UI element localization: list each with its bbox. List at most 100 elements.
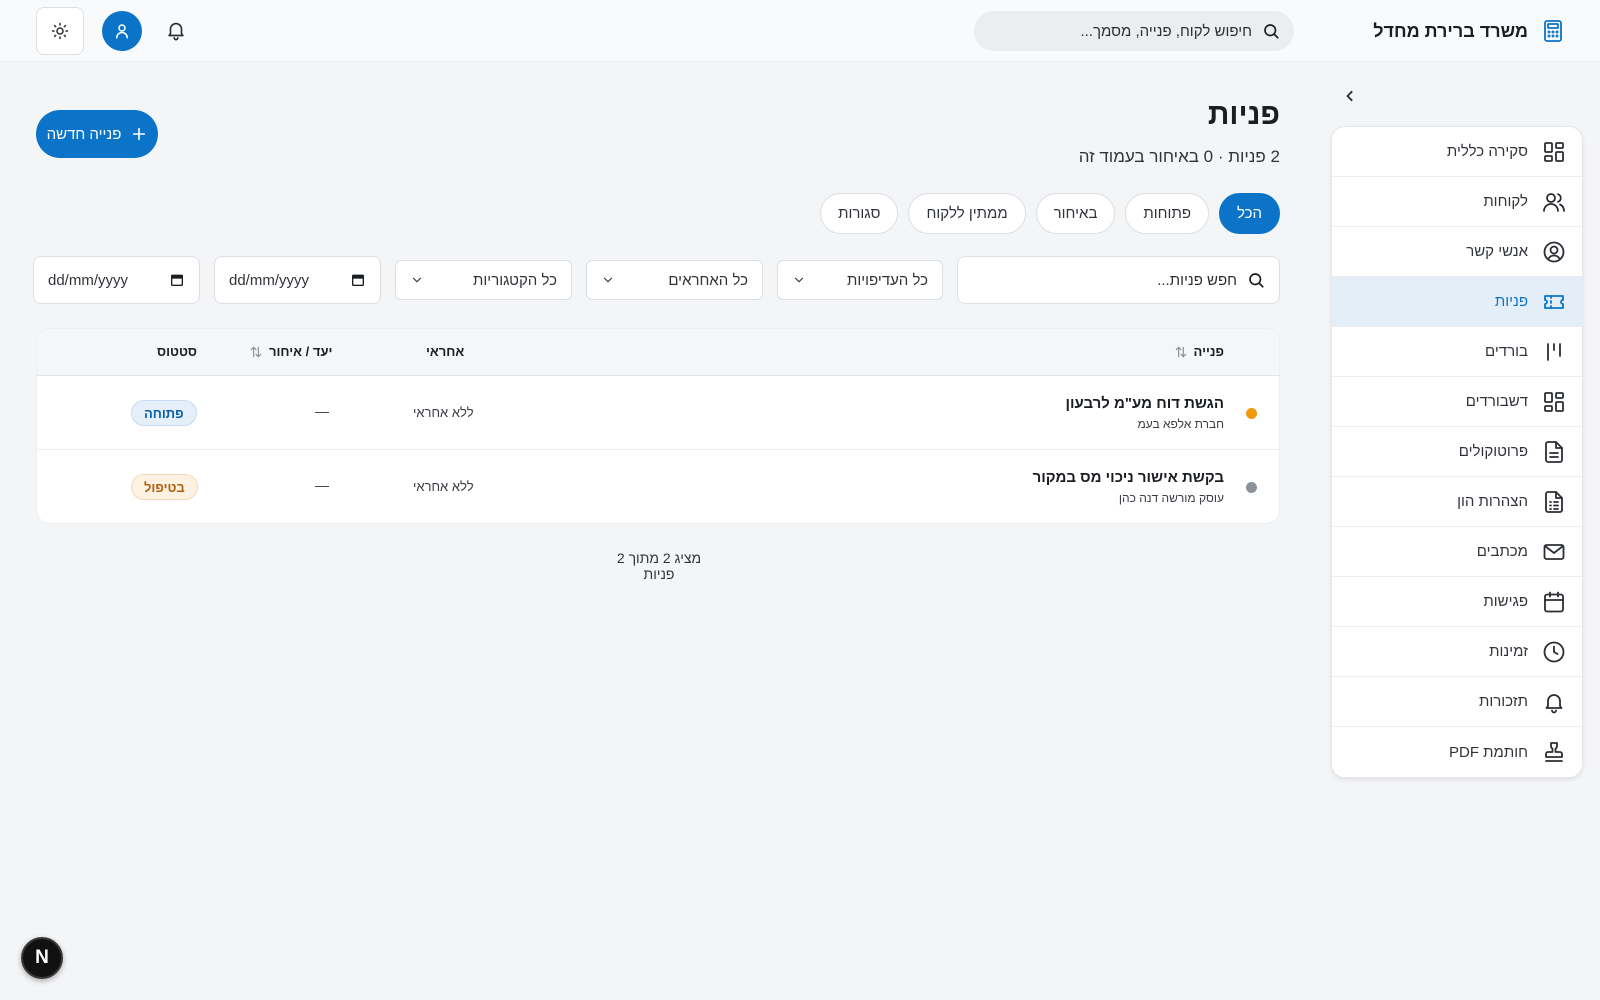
tab-closed[interactable]: סגורות <box>820 193 899 234</box>
sidebar-item-availability[interactable]: זמינות <box>1332 627 1582 677</box>
priority-select[interactable]: כל העדיפויות <box>777 260 943 300</box>
sidebar-item-label: סקירה כללית <box>1446 143 1528 160</box>
sidebar-item-label: דשבורדים <box>1465 393 1528 410</box>
sidebar-item-inquiries[interactable]: פניות <box>1332 277 1582 327</box>
sidebar-item-label: פניות <box>1494 293 1528 310</box>
inquiry-due: — <box>315 403 329 419</box>
tab-all[interactable]: הכל <box>1218 193 1280 234</box>
sidebar-item-label: פרוטוקולים <box>1458 443 1528 460</box>
sidebar: סקירה כללית לקוחות אנשי קשר פניות בורדים… <box>1331 126 1583 778</box>
global-search[interactable] <box>974 11 1294 51</box>
dashboard-grid-icon <box>1542 140 1566 164</box>
status-tabs: הכל פתוחות באיחור ממתין ללקוח סגורות <box>820 193 1280 234</box>
new-inquiry-label: פנייה חדשה <box>46 125 122 143</box>
sidebar-item-label: פגישות <box>1483 593 1528 610</box>
bell-icon <box>1542 690 1566 714</box>
mail-icon <box>1542 540 1566 564</box>
status-badge: בטיפול <box>131 474 198 500</box>
calculator-icon <box>1542 19 1564 43</box>
sidebar-item-label: מכתבים <box>1476 543 1528 560</box>
sidebar-item-capital-declarations[interactable]: הצהרות הון <box>1332 477 1582 527</box>
app-title: משרד ברירת מחדל <box>1373 20 1528 41</box>
chevron-down-icon <box>601 273 615 287</box>
category-select[interactable]: כל הקטגוריות <box>395 260 572 300</box>
inquiry-assignee: ללא אחראי <box>413 479 474 494</box>
date-to-placeholder: dd/mm/yyyy <box>229 271 310 289</box>
inquiry-client: חברת אלפא בעמ <box>1137 417 1224 431</box>
results-count: מציג 2 מתוך 2 פניות <box>616 550 702 582</box>
sidebar-item-meetings[interactable]: פגישות <box>1332 577 1582 627</box>
date-from-input[interactable]: dd/mm/yyyy <box>33 256 200 304</box>
column-header-assignee: אחראי <box>426 344 464 359</box>
inquiry-title[interactable]: הגשת דוח מע"מ לרבעון <box>1065 395 1224 412</box>
notifications-bell-icon[interactable] <box>163 19 187 43</box>
table-header: פנייה אחראי יעד / איחור סטטוס <box>37 329 1279 376</box>
table-row[interactable]: בקשת אישור ניכוי מס במקור עוסק מורשה דנה… <box>37 450 1279 523</box>
sidebar-item-letters[interactable]: מכתבים <box>1332 527 1582 577</box>
sidebar-item-clients[interactable]: לקוחות <box>1332 177 1582 227</box>
sidebar-item-protocols[interactable]: פרוטוקולים <box>1332 427 1582 477</box>
tab-overdue[interactable]: באיחור <box>1035 193 1116 234</box>
inquiry-title[interactable]: בקשת אישור ניכוי מס במקור <box>1033 469 1224 486</box>
column-header-inquiry[interactable]: פנייה <box>1174 344 1224 359</box>
tab-awaiting-client[interactable]: ממתין ללקוח <box>908 193 1026 234</box>
inquiry-assignee: ללא אחראי <box>413 405 474 420</box>
column-header-label: אחראי <box>426 344 465 359</box>
column-header-status: סטטוס <box>157 344 197 359</box>
priority-dot <box>1246 482 1257 493</box>
plus-icon <box>131 126 147 142</box>
user-icon <box>113 22 131 40</box>
priority-select-value: כל העדיפויות <box>846 271 928 289</box>
sidebar-collapse-chevron-icon[interactable] <box>1340 86 1360 106</box>
clock-icon <box>1542 640 1566 664</box>
page-title: פניות <box>1207 98 1280 131</box>
column-header-label: סטטוס <box>157 344 197 359</box>
sun-icon <box>51 22 69 40</box>
layout-grid-icon <box>1542 390 1566 414</box>
date-to-input[interactable]: dd/mm/yyyy <box>214 256 381 304</box>
inquiry-search[interactable] <box>957 256 1280 304</box>
sort-arrows-icon <box>1174 345 1188 359</box>
sidebar-item-dashboards[interactable]: דשבורדים <box>1332 377 1582 427</box>
sidebar-item-pdf-stamp[interactable]: חותמת PDF <box>1332 727 1582 777</box>
new-inquiry-button[interactable]: פנייה חדשה <box>36 110 158 158</box>
calendar-icon <box>169 272 185 288</box>
sidebar-item-label: לקוחות <box>1483 193 1528 210</box>
sidebar-item-overview[interactable]: סקירה כללית <box>1332 127 1582 177</box>
column-header-due[interactable]: יעד / איחור <box>249 344 332 359</box>
chevron-down-icon <box>410 273 424 287</box>
global-search-input[interactable] <box>988 22 1252 40</box>
sidebar-item-label: זמינות <box>1489 643 1528 660</box>
theme-toggle-button[interactable] <box>36 7 84 55</box>
calendar-icon <box>350 272 366 288</box>
inquiry-search-input[interactable] <box>972 271 1237 289</box>
dev-tools-badge[interactable]: N <box>21 937 63 979</box>
sidebar-item-label: אנשי קשר <box>1466 243 1528 260</box>
users-icon <box>1542 190 1566 214</box>
sidebar-item-boards[interactable]: בורדים <box>1332 327 1582 377</box>
sidebar-item-reminders[interactable]: תזכורות <box>1332 677 1582 727</box>
status-badge: פתוחה <box>131 400 197 426</box>
search-icon <box>1247 271 1265 289</box>
top-bar: משרד ברירת מחדל <box>0 0 1600 62</box>
calendar-icon <box>1542 590 1566 614</box>
assignee-select-value: כל האחראים <box>668 271 748 289</box>
assignee-select[interactable]: כל האחראים <box>586 260 763 300</box>
tab-open[interactable]: פתוחות <box>1125 193 1209 234</box>
inquiries-table: פנייה אחראי יעד / איחור סטטוס הגשת דוח מ… <box>36 328 1280 524</box>
search-icon <box>1262 22 1280 40</box>
sidebar-item-contacts[interactable]: אנשי קשר <box>1332 227 1582 277</box>
table-row[interactable]: הגשת דוח מע"מ לרבעון חברת אלפא בעמ ללא א… <box>37 376 1279 450</box>
inquiry-client: עוסק מורשה דנה כהן <box>1118 491 1224 505</box>
filters-bar: כל העדיפויות כל האחראים כל הקטגוריות dd/… <box>33 256 1280 304</box>
column-header-label: פנייה <box>1193 344 1224 359</box>
user-menu-button[interactable] <box>102 11 142 51</box>
sidebar-item-label: בורדים <box>1485 343 1528 360</box>
sidebar-item-label: חותמת PDF <box>1449 743 1528 761</box>
category-select-value: כל הקטגוריות <box>473 271 557 289</box>
document-icon <box>1542 440 1566 464</box>
sidebar-item-label: הצהרות הון <box>1457 493 1528 510</box>
brand[interactable]: משרד ברירת מחדל <box>1373 16 1564 46</box>
priority-dot <box>1246 408 1257 419</box>
date-from-placeholder: dd/mm/yyyy <box>48 271 129 289</box>
